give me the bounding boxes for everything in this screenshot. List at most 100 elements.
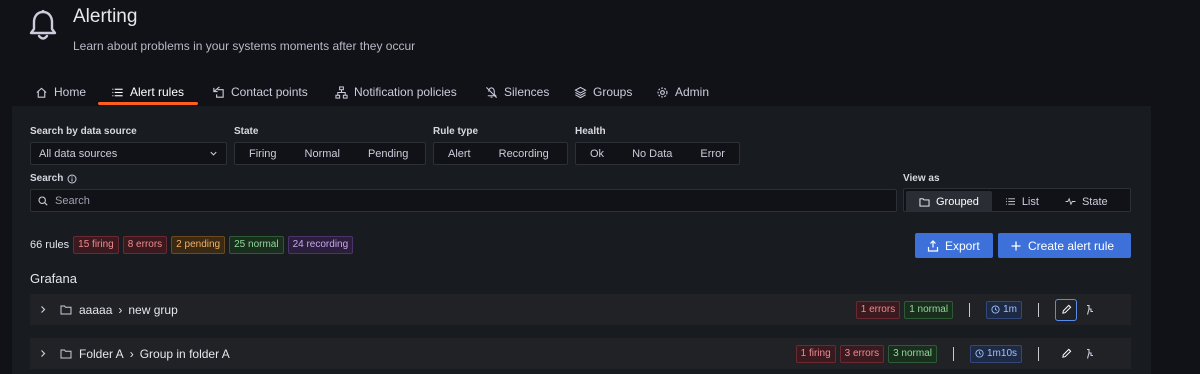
health-option-nodata[interactable]: No Data (618, 143, 686, 164)
interval-value: 1m10s (986, 347, 1017, 359)
viewas-option-state[interactable]: State (1052, 191, 1121, 212)
chevron-right-icon[interactable] (39, 305, 47, 314)
folder-icon (60, 349, 72, 359)
info-icon[interactable] (67, 174, 77, 184)
rules-summary: 66 rules 15 firing 8 errors 2 pending 25… (30, 236, 354, 254)
divider (1038, 302, 1039, 317)
pen-icon (1061, 304, 1071, 314)
list-icon (1005, 198, 1015, 205)
create-alert-rule-label: Create alert rule (1028, 238, 1115, 253)
ruletype-option-alert[interactable]: Alert (434, 143, 485, 164)
page-title: Alerting (73, 6, 138, 27)
tab-contact-points[interactable]: Contact points (212, 78, 308, 106)
viewas-option-grouped[interactable]: Grouped (906, 191, 992, 212)
group-path: aaaaa › new grup (79, 303, 178, 317)
clock-icon (991, 305, 1000, 314)
folder-icon (919, 197, 930, 207)
state-filter-label: State (234, 126, 259, 137)
errors-badge: 1 errors (855, 300, 901, 319)
tab-label: Contact points (231, 85, 308, 99)
page-subtitle: Learn about problems in your systems mom… (73, 39, 416, 53)
state-radio-group: Firing Normal Pending (234, 142, 426, 165)
tab-label: Home (54, 85, 87, 99)
viewas-radio-group: Grouped List State (903, 188, 1131, 212)
tab-label: Silences (504, 85, 550, 99)
group-path: Folder A › Group in folder A (79, 347, 230, 361)
health-filter-label: Health (575, 126, 606, 137)
folder-icon (60, 305, 72, 315)
group-actions: 1 firing 3 errors 3 normal 1m10s (795, 343, 1077, 365)
sitemap-icon (335, 85, 348, 99)
search-icon (38, 196, 48, 206)
rule-group-row[interactable]: aaaaa › new grup 1 errors 1 normal 1m (30, 294, 1131, 325)
health-radio-group: Ok No Data Error (575, 142, 740, 165)
group-name: Group in folder A (139, 346, 230, 361)
home-icon (36, 87, 47, 98)
list-icon (112, 88, 123, 96)
normal-badge: 25 normal (229, 236, 284, 254)
state-option-normal[interactable]: Normal (291, 143, 354, 164)
active-tab-indicator (98, 102, 198, 105)
cog-icon (657, 86, 668, 98)
path-separator: › (129, 346, 134, 361)
plus-icon (1011, 241, 1021, 250)
viewas-label-state: State (1081, 195, 1108, 208)
tab-groups[interactable]: Groups (574, 78, 632, 106)
group-actions: 1 errors 1 normal 1m (855, 298, 1077, 321)
contact-icon (213, 86, 224, 98)
tab-label: Alert rules (130, 85, 185, 99)
path-separator: › (118, 302, 123, 317)
state-option-pending[interactable]: Pending (354, 143, 422, 164)
export-button[interactable]: Export (915, 233, 993, 258)
tab-home[interactable]: Home (35, 78, 86, 106)
state-option-firing[interactable]: Firing (235, 143, 291, 164)
tab-label: Admin (675, 85, 710, 99)
tab-notification-policies[interactable]: Notification policies (335, 78, 457, 106)
history-icon[interactable] (1085, 304, 1095, 316)
tab-admin[interactable]: Admin (656, 78, 709, 106)
normal-badge: 3 normal (888, 344, 937, 363)
chevron-down-icon (210, 151, 217, 156)
page-header: Alerting Learn about problems in your sy… (0, 0, 1200, 75)
bell-slash-icon (486, 86, 497, 98)
datasource-select-value: All data sources (39, 147, 118, 160)
datasource-section-title: Grafana (30, 271, 77, 286)
ruletype-option-recording[interactable]: Recording (485, 143, 563, 164)
edit-group-button[interactable] (1055, 343, 1077, 365)
edit-group-button[interactable] (1055, 298, 1077, 321)
chevron-right-icon[interactable] (39, 349, 47, 358)
heartbeat-icon (1065, 197, 1076, 206)
tab-label: Groups (593, 85, 633, 99)
create-alert-rule-button[interactable]: Create alert rule (998, 233, 1131, 258)
viewas-label-grouped: Grouped (936, 195, 979, 208)
layers-icon (574, 86, 587, 98)
search-label-row: Search (30, 173, 77, 184)
clock-icon (975, 349, 984, 358)
ruletype-filter-label: Rule type (433, 126, 479, 137)
rules-count: 66 rules (30, 239, 70, 251)
rule-group-row[interactable]: Folder A › Group in folder A 1 firing 3 … (30, 338, 1131, 369)
search-field[interactable] (30, 189, 897, 212)
viewas-label-list: List (1021, 195, 1039, 208)
search-input[interactable] (55, 194, 896, 207)
pending-badge: 2 pending (171, 236, 226, 254)
interval-badge: 1m (986, 300, 1022, 319)
group-name: new grup (128, 302, 178, 317)
datasource-select[interactable]: All data sources (30, 142, 227, 165)
search-label: Search (30, 173, 64, 184)
recording-badge: 24 recording (287, 236, 354, 254)
divider (1038, 346, 1039, 361)
datasource-filter-label: Search by data source (30, 126, 137, 137)
tab-silences[interactable]: Silences (485, 78, 549, 106)
export-label: Export (945, 238, 980, 253)
firing-badge: 15 firing (73, 236, 119, 254)
health-option-ok[interactable]: Ok (576, 143, 618, 164)
interval-value: 1m (1003, 303, 1017, 315)
health-option-error[interactable]: Error (686, 143, 738, 164)
history-icon[interactable] (1085, 348, 1095, 360)
bell-icon (29, 10, 57, 40)
viewas-label: View as (903, 173, 940, 184)
export-icon (927, 239, 939, 252)
viewas-option-list[interactable]: List (992, 191, 1052, 212)
pen-icon (1061, 348, 1071, 358)
